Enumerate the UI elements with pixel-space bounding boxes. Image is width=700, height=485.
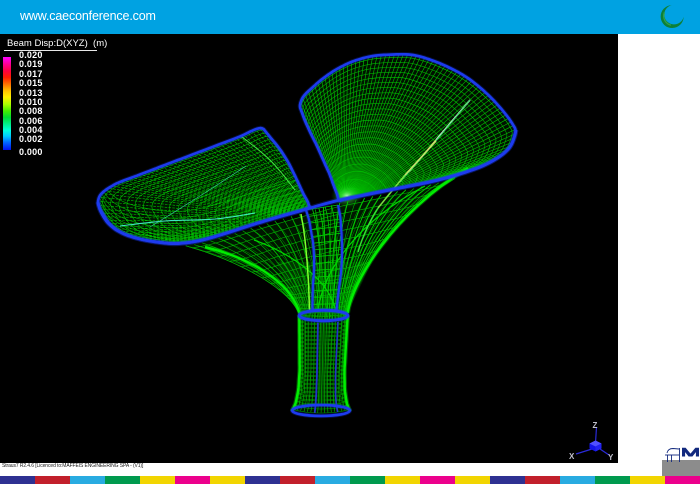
svg-text:Z: Z (593, 421, 598, 430)
svg-text:Y: Y (608, 453, 614, 462)
svg-text:X: X (569, 452, 575, 461)
